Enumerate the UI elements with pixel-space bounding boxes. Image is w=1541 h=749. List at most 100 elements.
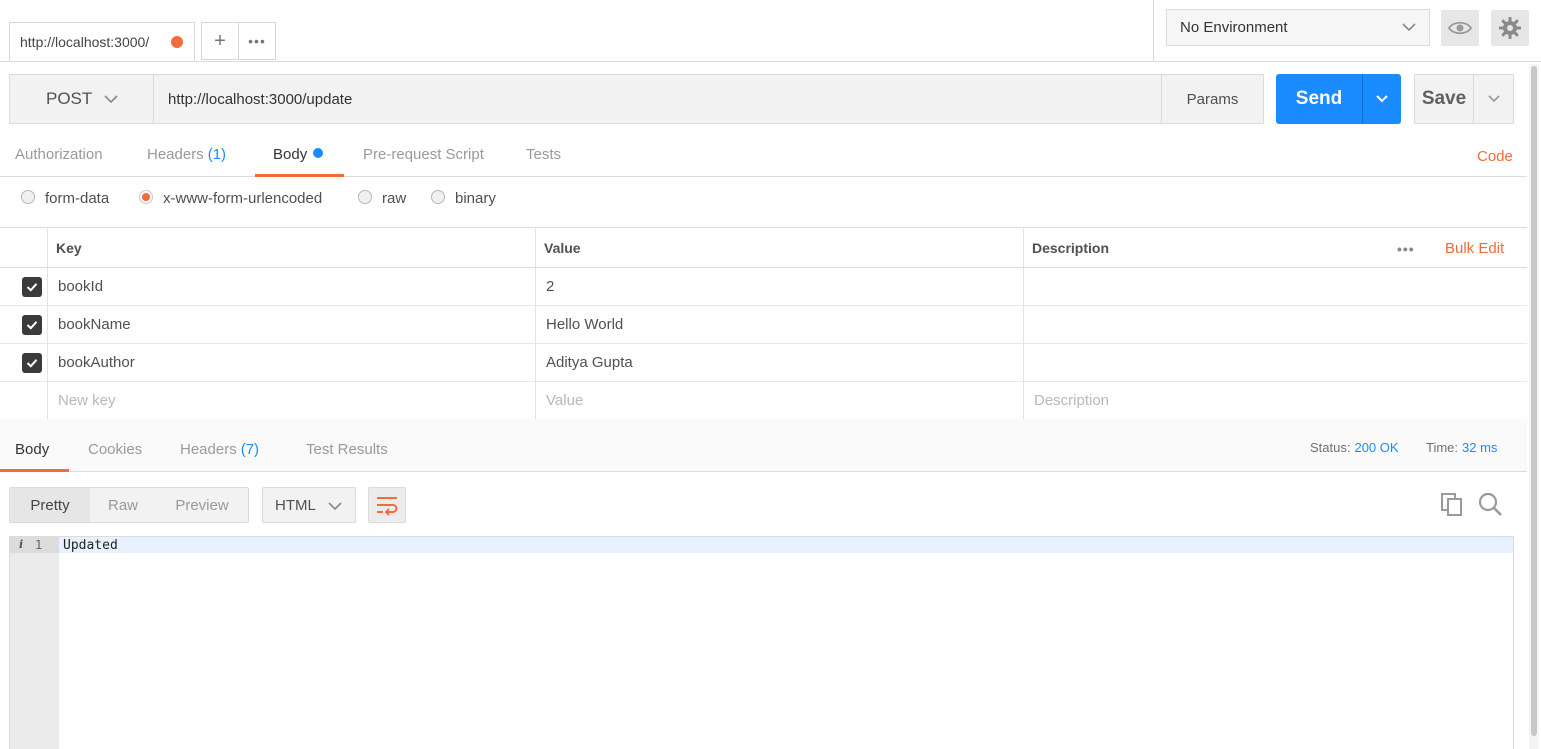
value-cell[interactable]: Aditya Gupta <box>536 344 1024 381</box>
row-checkbox[interactable] <box>22 353 42 373</box>
response-body-editor[interactable]: i 1 Updated <box>9 536 1514 749</box>
save-button[interactable]: Save <box>1414 74 1474 124</box>
new-tab-button[interactable]: + <box>201 22 239 60</box>
description-cell[interactable] <box>1024 344 1527 381</box>
check-icon <box>26 283 38 292</box>
environment-quick-look-button[interactable] <box>1441 10 1479 46</box>
search-response-button[interactable] <box>1478 492 1504 518</box>
format-raw-button[interactable]: Raw <box>90 488 156 522</box>
copy-response-button[interactable] <box>1440 492 1466 518</box>
body-modified-dot-icon <box>313 148 324 158</box>
response-tab-body[interactable]: Body <box>0 441 69 472</box>
description-cell[interactable] <box>1024 306 1527 343</box>
response-tabs: Body Cookies Headers (7) Test Results <box>0 419 1527 472</box>
tab-tests[interactable]: Tests <box>526 146 561 177</box>
format-pretty-button[interactable]: Pretty <box>10 488 90 522</box>
tab-body[interactable]: Body <box>255 146 344 177</box>
radio-binary-label: binary <box>455 190 496 207</box>
eye-icon <box>1448 21 1472 35</box>
tab-authorization[interactable]: Authorization <box>15 146 103 177</box>
status-value: 200 OK <box>1354 440 1399 455</box>
radio-binary[interactable]: binary <box>431 189 496 207</box>
response-tab-headers[interactable]: Headers (7) <box>180 441 259 472</box>
search-icon <box>1478 492 1502 516</box>
url-input[interactable]: http://localhost:3000/update <box>154 74 1162 124</box>
key-cell[interactable]: bookId <box>48 268 536 305</box>
method-label: POST <box>46 89 93 108</box>
key-value-table: Key Value Description ••• Bulk Edit book… <box>0 229 1527 420</box>
method-select[interactable]: POST <box>9 74 154 124</box>
environment-label: No Environment <box>1180 19 1288 36</box>
table-row: bookId 2 <box>0 268 1527 306</box>
radio-form-data[interactable]: form-data <box>21 189 110 207</box>
description-cell[interactable] <box>1024 268 1527 305</box>
row-checkbox[interactable] <box>22 277 42 297</box>
language-label: HTML <box>275 496 316 514</box>
wrap-lines-icon <box>377 497 398 516</box>
response-format-group: Pretty Raw Preview <box>9 487 249 523</box>
key-cell[interactable]: bookName <box>48 306 536 343</box>
chevron-down-icon <box>1487 95 1500 103</box>
response-time: Time: 32 ms <box>1426 440 1497 455</box>
line-number: 1 <box>35 538 43 552</box>
environment-select[interactable]: No Environment <box>1166 9 1430 46</box>
save-options-button[interactable] <box>1474 74 1514 124</box>
value-cell[interactable]: 2 <box>536 268 1024 305</box>
info-icon: i <box>19 538 24 551</box>
tab-body-label: Body <box>273 146 308 163</box>
radio-urlencoded-label: x-www-form-urlencoded <box>163 190 323 207</box>
request-tab-label: http://localhost:3000/ <box>20 34 150 50</box>
response-language-select[interactable]: HTML <box>262 487 356 523</box>
response-status: Status: 200 OK <box>1310 440 1399 455</box>
time-value: 32 ms <box>1462 440 1498 455</box>
send-options-button[interactable] <box>1362 74 1401 124</box>
check-icon <box>26 321 38 330</box>
radio-form-data-label: form-data <box>45 190 110 207</box>
check-icon <box>26 359 38 368</box>
table-more-button[interactable]: ••• <box>1397 241 1415 257</box>
url-value: http://localhost:3000/update <box>168 90 353 108</box>
response-headers-count: (7) <box>240 441 260 458</box>
request-tab[interactable]: http://localhost:3000/ <box>9 22 195 61</box>
scrollbar-thumb[interactable] <box>1531 66 1537 736</box>
table-row: bookAuthor Aditya Gupta <box>0 344 1527 382</box>
new-value-input[interactable]: Value <box>536 382 1024 419</box>
code-link[interactable]: Code <box>1477 148 1513 165</box>
bulk-edit-link[interactable]: Bulk Edit <box>1445 240 1504 257</box>
params-button[interactable]: Params <box>1161 74 1264 124</box>
radio-raw[interactable]: raw <box>358 189 406 207</box>
row-check-cell <box>0 306 48 343</box>
chevron-down-icon <box>104 95 118 104</box>
radio-selected-icon <box>139 189 153 204</box>
page-scrollbar[interactable] <box>1529 64 1539 749</box>
request-tabs: Authorization Headers (1) Body Pre-reques… <box>0 136 1527 177</box>
tab-headers-label: Headers <box>147 146 204 163</box>
tab-pre-request-script[interactable]: Pre-request Script <box>363 146 484 177</box>
header-check-cell <box>0 229 48 267</box>
unsaved-dot-icon <box>171 36 183 48</box>
response-tab-test-results[interactable]: Test Results <box>306 441 388 472</box>
table-header: Key Value Description ••• Bulk Edit <box>0 229 1527 268</box>
new-description-input[interactable]: Description <box>1024 382 1527 419</box>
send-button[interactable]: Send <box>1276 74 1362 124</box>
tab-headers[interactable]: Headers (1) <box>147 146 226 177</box>
format-preview-button[interactable]: Preview <box>156 488 248 522</box>
active-line-highlight <box>59 537 1513 553</box>
row-check-cell <box>0 268 48 305</box>
column-header-value: Value <box>536 229 1024 267</box>
key-cell[interactable]: bookAuthor <box>48 344 536 381</box>
new-key-input[interactable]: New key <box>48 382 536 419</box>
radio-circle-icon <box>358 189 372 204</box>
wrap-lines-button[interactable] <box>368 487 406 523</box>
body-type-selector: form-data x-www-form-urlencoded raw bina… <box>0 178 1527 228</box>
tab-more-button[interactable]: ••• <box>239 22 276 60</box>
top-tab-bar: http://localhost:3000/ + ••• No Environm… <box>0 0 1541 62</box>
radio-x-www-form-urlencoded[interactable]: x-www-form-urlencoded <box>139 189 323 207</box>
row-checkbox[interactable] <box>22 315 42 335</box>
response-tab-cookies[interactable]: Cookies <box>88 441 142 472</box>
table-row: bookName Hello World <box>0 306 1527 344</box>
divider <box>1153 0 1154 62</box>
row-check-cell <box>0 382 48 419</box>
value-cell[interactable]: Hello World <box>536 306 1024 343</box>
manage-environments-button[interactable] <box>1491 10 1529 46</box>
